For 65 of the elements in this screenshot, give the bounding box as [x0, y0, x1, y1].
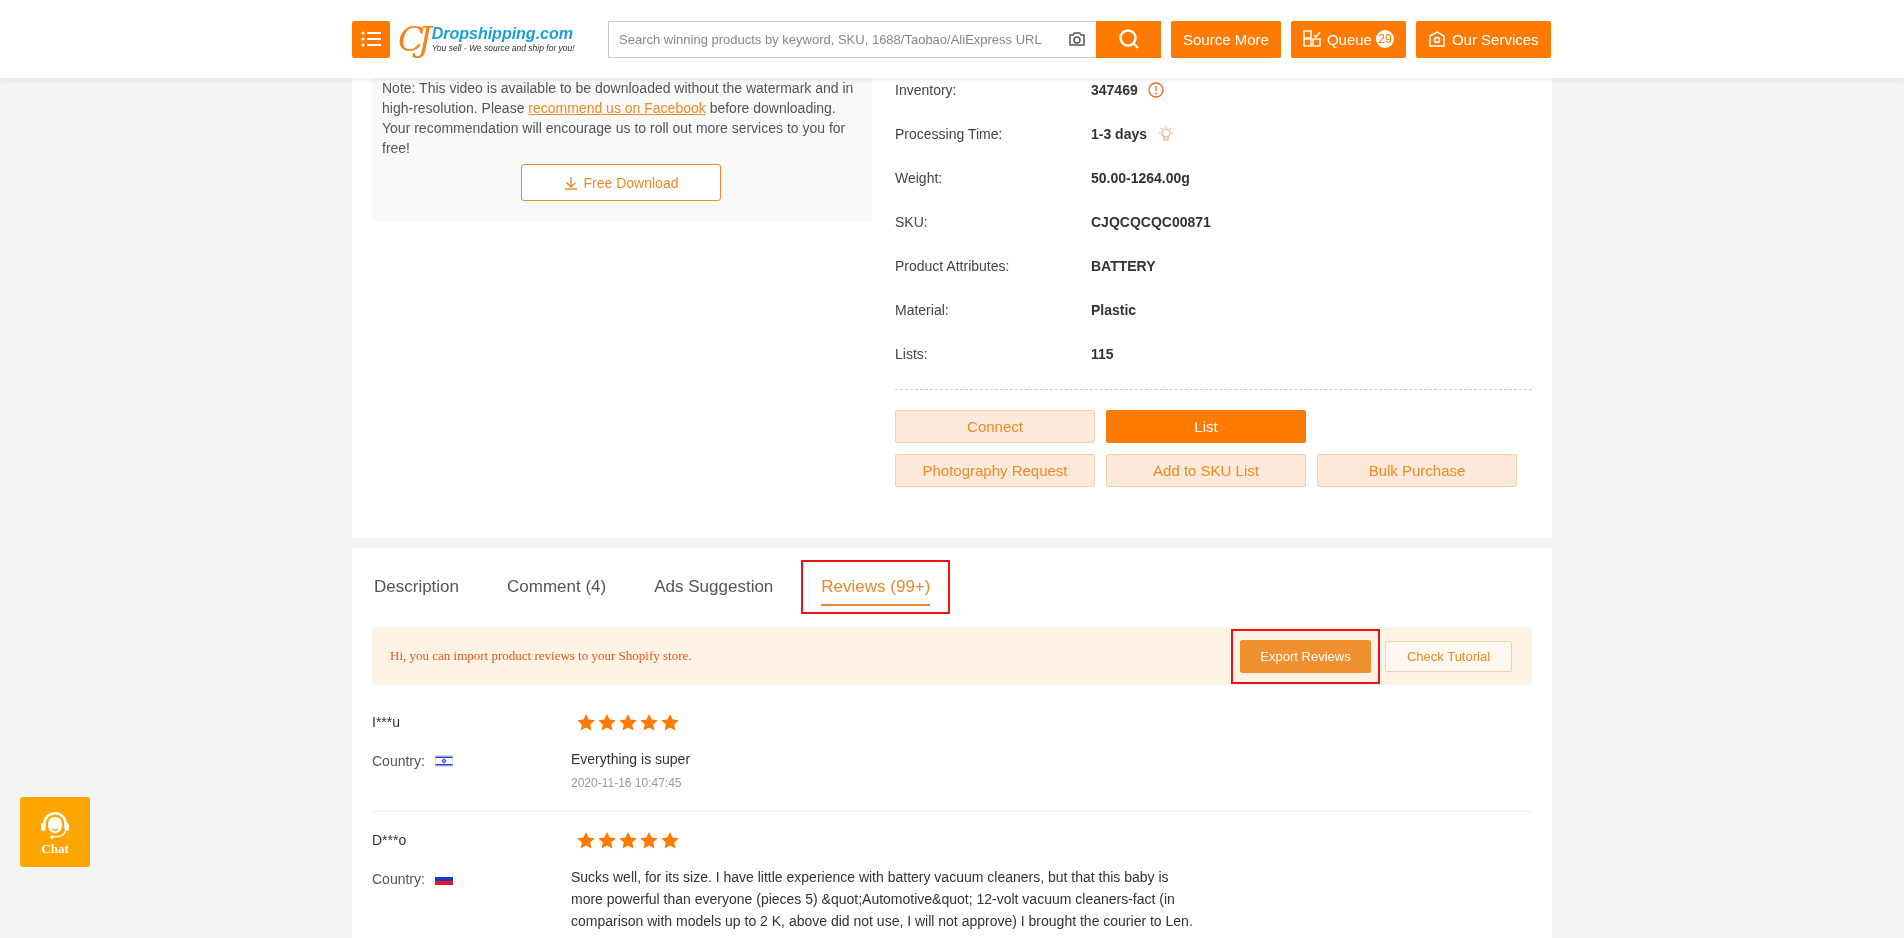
action-button[interactable]: Photography Request — [895, 454, 1095, 487]
country-label: Country: — [372, 870, 425, 889]
detail-value: 347469 — [1091, 82, 1138, 98]
star-icon — [639, 830, 659, 850]
camera-icon — [1068, 30, 1086, 47]
notice-text: Hi, you can import product reviews to your Shopify store. — [390, 648, 692, 664]
tab[interactable]: Reviews (99+) — [801, 560, 951, 614]
star-icon — [639, 712, 659, 732]
review-date: 2020-11-16 10:47:45 — [571, 775, 683, 791]
reviewer-name: I***u — [372, 713, 402, 732]
detail-value: CJQCQCQC00871 — [1091, 214, 1211, 230]
star-icon — [618, 712, 638, 732]
lightbulb-icon — [1157, 125, 1176, 143]
review-text: Sucks well, for its size. I have little experience with battery vacuum cleaners, but that this baby is more powerful than everyone (pieces 5) &quot;Automotive&quot; 12-volt vacuum cleaners-fact (in comparison with models up to 2 K, above did not use, I will not approve) I brought the courier to Len. — [571, 868, 1194, 931]
source-more-button[interactable]: Source More — [1171, 20, 1281, 58]
logo-tagline: You sell - We source and ship for you! — [431, 42, 575, 54]
chat-label: Chat — [41, 841, 69, 857]
reviewer-name: D***o — [372, 831, 408, 850]
action-button[interactable]: List — [1106, 410, 1306, 443]
detail-label: Processing Time: — [895, 126, 1004, 142]
detail-label: SKU: — [895, 214, 929, 230]
detail-value: 50.00-1264.00g — [1091, 170, 1190, 186]
shop-icon — [1427, 30, 1446, 48]
search-field[interactable]: Search winning products by keyword, SKU, 1688/Taobao/AliExpress URL — [608, 20, 1096, 58]
download-icon — [563, 175, 578, 190]
facebook-link[interactable]: recommend us on Facebook — [528, 100, 706, 116]
detail-label: Inventory: — [895, 82, 958, 98]
star-icon — [660, 830, 680, 850]
detail-value: Plastic — [1091, 302, 1137, 318]
flag-icon — [434, 873, 453, 885]
detail-label: Weight: — [895, 170, 944, 186]
star-icon — [618, 830, 638, 850]
grid-icon — [1302, 30, 1321, 48]
detail-label: Lists: — [895, 346, 929, 362]
review-text: Everything is super — [571, 750, 692, 769]
star-icon — [660, 712, 680, 732]
country-label: Country: — [372, 752, 425, 771]
free-download-button[interactable]: Free Download — [521, 164, 721, 201]
queue-button[interactable]: Queue 29 — [1290, 20, 1406, 58]
search-button[interactable] — [1096, 20, 1161, 58]
menu-icon — [361, 31, 381, 47]
detail-value: 115 — [1091, 346, 1114, 362]
count-badge: 29 — [1375, 30, 1394, 48]
action-button[interactable]: Add to SKU List — [1106, 454, 1306, 487]
action-button[interactable]: Connect — [895, 410, 1095, 443]
detail-value: BATTERY — [1091, 258, 1156, 274]
star-icon — [597, 712, 617, 732]
action-button[interactable]: Bulk Purchase — [1317, 454, 1517, 487]
export-reviews-button[interactable]: Export Reviews — [1240, 639, 1371, 673]
flag-icon — [434, 755, 453, 767]
menu-button[interactable] — [352, 20, 390, 58]
services-button[interactable]: Our Services — [1415, 20, 1551, 58]
logo-title: Dropshipping.com — [431, 24, 574, 43]
logo-mark: CJ — [398, 19, 426, 59]
check-tutorial-button[interactable]: Check Tutorial — [1385, 640, 1512, 672]
detail-label: Material: — [895, 302, 950, 318]
chat-button[interactable]: Chat — [20, 797, 90, 867]
search-icon — [1117, 28, 1140, 50]
detail-value: 1-3 days — [1091, 126, 1148, 142]
star-icon — [597, 830, 617, 850]
alert-icon — [1147, 82, 1164, 98]
star-icon — [576, 830, 596, 850]
star-icon — [576, 712, 596, 732]
note-text: Note: This video is available to be downloaded without the watermark and in high-resolution. Please recommend us on Facebook before downloading. Your recommendation will encourage us to roll out more services to you for free! — [382, 79, 855, 158]
detail-label: Product Attributes: — [895, 258, 1011, 274]
